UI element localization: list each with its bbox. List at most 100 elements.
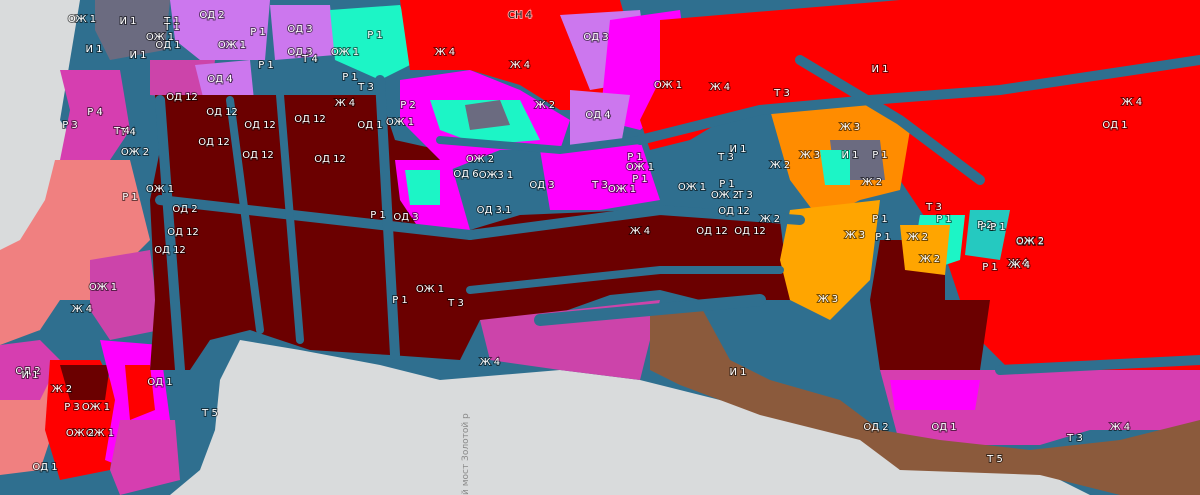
- zone-label: Ж 4: [435, 47, 455, 58]
- zone-label: ОД 3: [393, 212, 418, 223]
- zone-label: Ж 4: [630, 226, 650, 237]
- zone-label: ОД 12: [294, 114, 326, 125]
- zone-label: ОЖ 2: [711, 190, 739, 201]
- zone-label: ОД 4: [207, 74, 232, 85]
- zone-label: ОД 12: [154, 245, 186, 256]
- zone-label: Ж 4: [1122, 97, 1142, 108]
- zone-label: ОД 12: [696, 226, 728, 237]
- zone-label: Т 3: [773, 88, 790, 99]
- zone-label: Ж 3: [840, 122, 860, 133]
- zone-label: Р 4: [87, 107, 103, 118]
- zone-label: Р 1: [875, 232, 891, 243]
- zone-label: ОЖ 1: [626, 162, 654, 173]
- zone-label: ОЖ 2: [1016, 236, 1044, 247]
- zone-label: Ж 4: [1010, 260, 1030, 271]
- zone-label: И 1: [129, 50, 146, 61]
- zone-label: ОЖ 1: [146, 184, 174, 195]
- zone-label: Ж 2: [862, 177, 882, 188]
- zone-r1-mid: [405, 170, 440, 205]
- zone-label: ОД 4: [585, 110, 610, 121]
- zone-label: ОД 12: [314, 154, 346, 165]
- zone-label: ОД 1: [931, 422, 956, 433]
- zone-label: ОЖ3 1: [479, 170, 514, 181]
- zone-zh4-sw2: [125, 365, 155, 420]
- zone-label: Ж 4: [480, 357, 500, 368]
- zone-label: Р 1: [627, 152, 643, 163]
- zone-label: Р 3: [62, 120, 78, 131]
- zone-label: Ж 4: [510, 60, 530, 71]
- zone-label: ОД 12: [734, 226, 766, 237]
- zone-label: Ж 2: [52, 384, 72, 395]
- zone-label: Р 1: [258, 60, 274, 71]
- zone-label: Ж 4: [335, 98, 355, 109]
- zone-label: И 1: [119, 16, 136, 27]
- zone-label: Ж 3: [800, 150, 820, 161]
- zone-label: ОЖ 2: [66, 428, 94, 439]
- zone-ozh2-se: [890, 380, 980, 410]
- zone-label: ОД 3: [287, 24, 312, 35]
- zone-label: ОЖ 2: [466, 154, 494, 165]
- zone-label: И 1: [729, 144, 746, 155]
- zone-label: Ж 4: [72, 304, 92, 315]
- zone-label: Ж 2: [770, 160, 790, 171]
- zone-label: ОД 12: [166, 92, 198, 103]
- zone-label: Р 1: [370, 210, 386, 221]
- zone-label: ОД 2: [172, 204, 197, 215]
- zone-label: Т 3: [591, 180, 608, 191]
- zone-label: ОЖ 2: [121, 147, 149, 158]
- zone-label: И 1: [729, 367, 746, 378]
- zone-label: Р 1: [342, 72, 358, 83]
- zone-label: ОЖ 1: [68, 14, 96, 25]
- zone-label: ОЖ 1: [654, 80, 682, 91]
- zone-label: ОЖ 1: [218, 40, 246, 51]
- zone-label: Р 1: [872, 150, 888, 161]
- zone-label: Ж 3: [818, 294, 838, 305]
- zone-label: Ж 2: [535, 100, 555, 111]
- zone-label: Ж 4: [1110, 422, 1130, 433]
- zone-label: Р 1: [392, 295, 408, 306]
- zone-label: ОЖ 1: [89, 282, 117, 293]
- zone-label: И 1: [85, 44, 102, 55]
- zone-label: ОД 12: [244, 120, 276, 131]
- zone-label: ОД 12: [718, 206, 750, 217]
- zone-label: Ж 3: [845, 230, 865, 241]
- zone-label: Р 1: [872, 214, 888, 225]
- zone-label: Ж 2: [908, 232, 928, 243]
- zone-label: Т 5: [986, 454, 1003, 465]
- zone-label: ОЖ 1: [146, 32, 174, 43]
- zone-label: ОД 1: [32, 462, 57, 473]
- zone-label: ОД 12: [198, 137, 230, 148]
- zone-label: Р 1: [250, 27, 266, 38]
- zone-label: И 1: [871, 64, 888, 75]
- zone-label: ОД 1: [357, 120, 382, 131]
- zone-label: ОЖ 1: [386, 117, 414, 128]
- zone-label: ОД 1: [147, 377, 172, 388]
- zone-label: Р 2: [400, 100, 416, 111]
- zone-label: Р 1: [990, 222, 1006, 233]
- zone-label: Т 4: [113, 126, 130, 137]
- zone-label: И 1: [21, 370, 38, 381]
- zone-label: Т 3: [357, 82, 374, 93]
- zone-label: ОЖ 1: [608, 184, 636, 195]
- zone-label: ОД 2: [863, 422, 888, 433]
- zone-label: И 1: [841, 150, 858, 161]
- zone-label: Р 1: [982, 262, 998, 273]
- zone-label: Ж 2: [760, 214, 780, 225]
- zone-label: Р 1: [122, 192, 138, 203]
- zone-label: Т 3: [925, 202, 942, 213]
- zoning-map: й мост Золотой р ОЖ 1И 1Т 1ОД 2ОЖ 1Р 1СН…: [0, 0, 1200, 495]
- zone-label: Т 3: [447, 298, 464, 309]
- zone-label: ОЖ 1: [331, 47, 359, 58]
- zone-label: СН 4: [508, 10, 532, 21]
- zone-label: Т 4: [301, 54, 318, 65]
- zone-label: ОД 3.1: [477, 205, 512, 216]
- zone-label: Р 1: [367, 30, 383, 41]
- zone-label: Р 3: [64, 402, 80, 413]
- zone-label: Т 5: [201, 408, 218, 419]
- zone-label: ОД 12: [242, 150, 274, 161]
- zone-label: ОД 1: [1102, 120, 1127, 131]
- zone-label: ОД 12: [206, 107, 238, 118]
- zone-label: Ж 2: [920, 254, 940, 265]
- zone-label: ОЖ 1: [416, 284, 444, 295]
- zone-label: ОД 12: [167, 227, 199, 238]
